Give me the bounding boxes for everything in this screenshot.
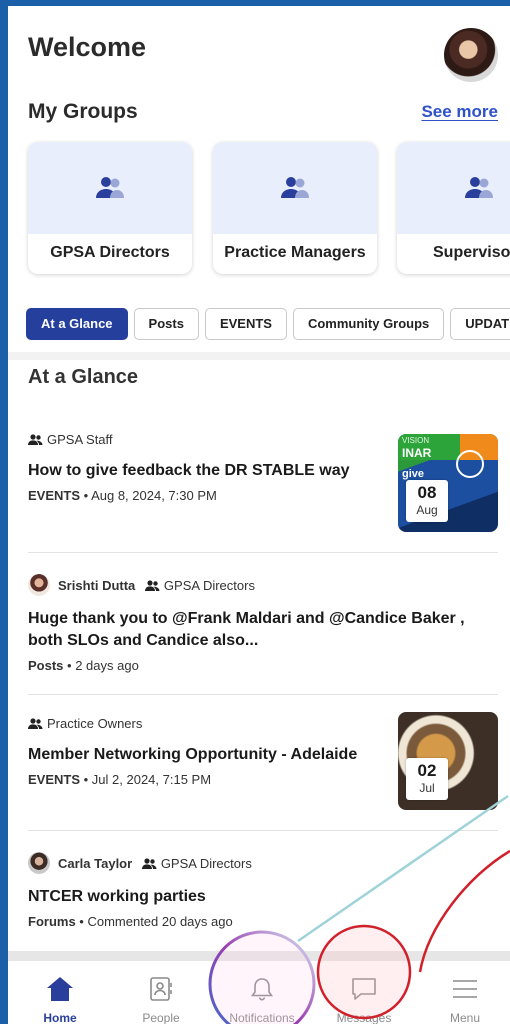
bell-icon: [250, 978, 274, 1001]
nav-label: Notifications: [229, 1011, 295, 1024]
people-card-icon: [150, 977, 172, 1001]
date-day: 02: [417, 761, 437, 780]
nav-label: Menu: [449, 1011, 481, 1024]
home-icon: [47, 977, 73, 1001]
profile-avatar[interactable]: [444, 28, 498, 82]
feed-item-forum[interactable]: Carla Taylor GPSA Directors NTCER workin…: [28, 852, 498, 942]
group-people-icon: [96, 177, 124, 198]
group-thumb: [28, 142, 192, 234]
group-name: Superviso: [433, 244, 510, 261]
thumb-label: VISION: [402, 436, 430, 445]
my-groups-title: My Groups: [28, 100, 138, 123]
feed-item-type: Forums: [28, 914, 76, 929]
tab-community-groups[interactable]: Community Groups: [292, 308, 445, 340]
nav-people[interactable]: People: [111, 973, 211, 1024]
date-badge: 08 Aug: [406, 480, 448, 522]
nav-label: Home: [43, 1011, 77, 1024]
header: Welcome: [28, 28, 498, 84]
feed-item-subtitle: Posts • 2 days ago: [28, 658, 498, 673]
group-people-icon: [141, 858, 157, 869]
my-groups-header: My Groups See more: [28, 98, 498, 128]
event-thumbnail[interactable]: VISION INAR give 08 Aug: [398, 434, 498, 532]
feed-item-meta: Carla Taylor GPSA Directors: [28, 852, 498, 874]
feed-separator: [28, 694, 498, 695]
section-divider: [8, 352, 510, 360]
bottom-navigation: Home People Notifications Messages Menu: [8, 961, 510, 1024]
nav-notifications[interactable]: Notifications: [212, 973, 312, 1024]
nav-home[interactable]: Home: [10, 973, 110, 1024]
tab-at-a-glance[interactable]: At a Glance: [26, 308, 128, 340]
feed-item-type: EVENTS: [28, 772, 81, 787]
feed-item-title[interactable]: NTCER working parties: [28, 886, 498, 908]
see-more-link[interactable]: See more: [421, 102, 498, 122]
group-people-icon: [281, 177, 309, 198]
feed-separator: [28, 830, 498, 831]
tab-updates[interactable]: UPDAT: [450, 308, 510, 340]
nav-label: Messages: [336, 1011, 392, 1024]
feed-item-event[interactable]: GPSA Staff How to give feedback the DR S…: [28, 430, 498, 540]
group-people-icon: [28, 718, 43, 729]
feed-item-time: • Commented 20 days ago: [79, 914, 233, 929]
feed-item-event[interactable]: Practice Owners Member Networking Opport…: [28, 712, 498, 824]
feed-item-type: Posts: [28, 658, 64, 673]
nav-menu[interactable]: Menu: [415, 973, 510, 1024]
page-title: Welcome: [28, 32, 147, 62]
author-avatar: [28, 574, 50, 596]
feed-item-group: GPSA Staff: [47, 432, 113, 447]
app-screen: Welcome My Groups See more GPSA Director…: [8, 6, 510, 1024]
group-people-icon: [144, 580, 160, 591]
chat-icon: [352, 978, 376, 1000]
group-people-icon: [28, 434, 43, 445]
tab-events[interactable]: EVENTS: [204, 308, 287, 340]
nav-label: People: [142, 1011, 180, 1024]
feed-item-title[interactable]: How to give feedback the DR STABLE way: [28, 460, 368, 482]
feed-item-time: • Jul 2, 2024, 7:15 PM: [83, 772, 212, 787]
feed-separator: [28, 552, 498, 553]
feed-section-title: At a Glance: [28, 366, 139, 388]
thumb-banner: INAR: [402, 446, 432, 460]
feed-item-group: Practice Owners: [47, 716, 143, 731]
groups-carousel[interactable]: GPSA Directors Practice Managers Supervi…: [28, 142, 510, 276]
feed-item-type: EVENTS: [28, 488, 81, 503]
feed-item-time: • 2 days ago: [67, 658, 139, 673]
thumb-text: give: [402, 468, 425, 480]
feed-item-meta: Srishti Dutta GPSA Directors: [28, 574, 498, 596]
group-name: Practice Managers: [224, 244, 366, 261]
tab-posts[interactable]: Posts: [133, 308, 199, 340]
group-name: GPSA Directors: [50, 244, 170, 261]
group-people-icon: [465, 177, 493, 198]
feed-item-group: GPSA Directors: [163, 578, 255, 593]
feed-item-time: • Aug 8, 2024, 7:30 PM: [83, 488, 217, 503]
date-month: Jul: [419, 781, 435, 795]
feed-item-title[interactable]: Huge thank you to @Frank Maldari and @Ca…: [28, 608, 478, 652]
group-thumb: [397, 142, 510, 234]
nav-messages[interactable]: Messages: [314, 973, 414, 1024]
menu-icon: [453, 980, 477, 998]
event-thumbnail[interactable]: 02 Jul: [398, 712, 498, 810]
date-badge: 02 Jul: [406, 758, 448, 800]
author-avatar: [28, 852, 50, 874]
group-card-gpsa-directors[interactable]: GPSA Directors: [28, 142, 192, 274]
group-thumb: [213, 142, 377, 234]
scroll-edge: [8, 951, 510, 961]
play-icon: [456, 450, 484, 478]
feed-tabs: At a Glance Posts EVENTS Community Groups UP…: [26, 308, 510, 342]
feed-item-post[interactable]: Srishti Dutta GPSA Directors Huge thank …: [28, 574, 498, 684]
feed-item-subtitle: Forums • Commented 20 days ago: [28, 914, 498, 929]
date-month: Aug: [416, 503, 438, 517]
date-day: 08: [417, 483, 437, 502]
group-card-supervisors[interactable]: Superviso: [397, 142, 510, 274]
feed-item-author: Srishti Dutta: [58, 578, 136, 593]
feed-item-author: Carla Taylor: [58, 856, 133, 871]
feed-item-title[interactable]: Member Networking Opportunity - Adelaide: [28, 744, 378, 766]
feed-item-group: GPSA Directors: [160, 856, 252, 871]
group-card-practice-managers[interactable]: Practice Managers: [213, 142, 377, 274]
